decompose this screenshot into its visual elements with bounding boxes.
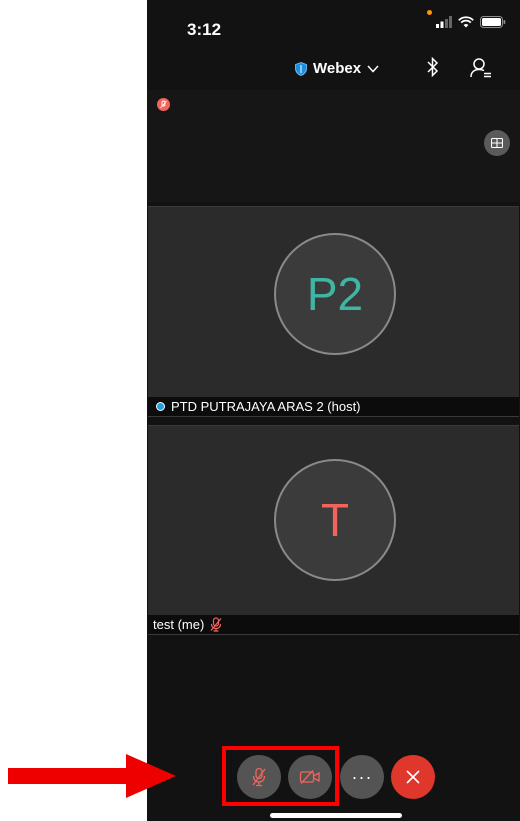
participants-icon[interactable] (469, 56, 493, 85)
participant-tile[interactable]: T (148, 425, 519, 615)
meeting-header: Webex (147, 52, 520, 88)
meeting-title-button[interactable]: Webex (295, 60, 379, 77)
meeting-title: Webex (313, 60, 362, 77)
chevron-down-icon (367, 64, 379, 73)
participant-name-bar: test (me) (148, 615, 519, 635)
leave-meeting-button[interactable] (391, 755, 435, 799)
signal-icon (436, 16, 452, 28)
status-icons (436, 16, 506, 28)
status-bar: 3:12 (147, 0, 520, 52)
status-time: 3:12 (187, 20, 222, 39)
more-options-button[interactable]: ··· (340, 755, 384, 799)
participant-name: test (me) (153, 617, 205, 632)
bluetooth-icon[interactable] (426, 56, 440, 83)
shield-icon (295, 61, 307, 76)
more-options-icon: ··· (351, 766, 373, 787)
avatar: T (274, 459, 396, 581)
participant-tile[interactable]: P2 (148, 206, 519, 398)
avatar-initials: T (320, 494, 350, 546)
annotation-arrow-icon (8, 754, 176, 798)
phone-screen: 3:12 Webex P2 PTD PUTRAJAYA ARAS 2 (host… (147, 0, 520, 821)
grid-layout-button[interactable] (484, 130, 510, 156)
annotation-highlight-box (222, 746, 339, 806)
mic-muted-icon (157, 98, 170, 111)
home-indicator[interactable] (270, 813, 402, 818)
avatar: P2 (274, 233, 396, 355)
grid-layout-icon (491, 138, 503, 148)
avatar-initials: P2 (306, 268, 364, 320)
mic-muted-icon (210, 617, 222, 632)
participant-name: PTD PUTRAJAYA ARAS 2 (host) (171, 399, 361, 414)
host-badge-icon (156, 402, 165, 411)
self-view-area (147, 90, 520, 202)
wifi-icon (458, 16, 474, 28)
close-icon (406, 770, 420, 784)
recording-dot (427, 10, 432, 15)
battery-icon (480, 16, 506, 28)
participant-name-bar: PTD PUTRAJAYA ARAS 2 (host) (148, 397, 519, 417)
